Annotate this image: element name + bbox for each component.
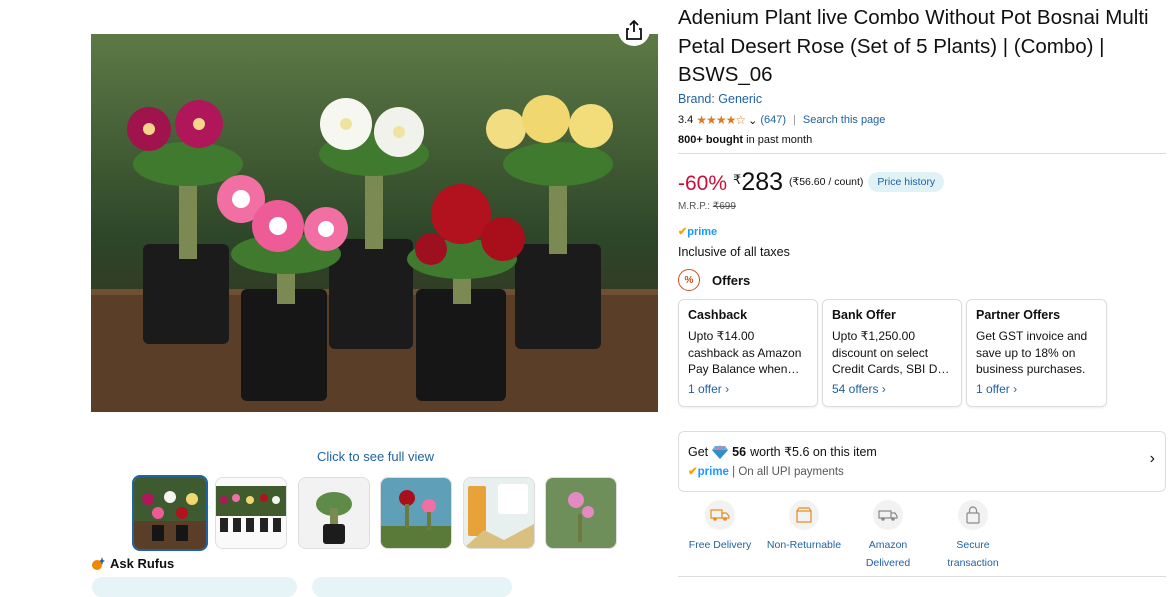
- review-count-link[interactable]: (647): [760, 114, 786, 126]
- box-icon: [789, 500, 819, 530]
- offer-body: Get GST invoice and save up to 18% on bu…: [976, 329, 1088, 376]
- thumbnail-6[interactable]: [545, 477, 617, 549]
- bought-count-rest: in past month: [743, 134, 813, 146]
- rufus-suggestion-1[interactable]: [92, 577, 297, 597]
- thumbnail-image: [299, 478, 369, 548]
- price-history-button[interactable]: Price history: [868, 172, 945, 192]
- discount-percent: -60%: [678, 172, 728, 195]
- ask-rufus[interactable]: Ask Rufus: [91, 556, 174, 571]
- rufus-icon: [92, 556, 105, 570]
- feature-label: Free Delivery: [688, 539, 752, 551]
- offer-card-cashback[interactable]: Cashback Upto ₹14.00 cashback as Amazon …: [678, 299, 818, 407]
- thumbnail-2[interactable]: [215, 477, 287, 549]
- offer-card-bank[interactable]: Bank Offer Upto ₹1,250.00 discount on se…: [822, 299, 962, 407]
- prime-label: prime: [697, 466, 729, 478]
- divider: [678, 153, 1166, 154]
- offer-title: Partner Offers: [976, 308, 1061, 322]
- offer-link[interactable]: 54 offers ›: [832, 382, 952, 396]
- bought-count: 800+ bought in past month: [678, 134, 812, 146]
- product-photo: [91, 34, 658, 412]
- feature-free-delivery[interactable]: Free Delivery: [680, 500, 760, 554]
- brand-link[interactable]: Brand: Generic: [678, 92, 762, 106]
- offer-title: Bank Offer: [832, 308, 896, 322]
- offer-title: Cashback: [688, 308, 748, 322]
- chevron-right-icon[interactable]: ›: [1150, 450, 1155, 468]
- lock-icon: [958, 500, 988, 530]
- price-amount: 283: [741, 168, 784, 196]
- rating-row: 3.4 ★★★★☆ ⌄ (647) | Search this page: [678, 113, 885, 127]
- feature-non-returnable[interactable]: Non-Returnable: [764, 500, 844, 554]
- offer-body: Upto ₹14.00 cashback as Amazon Pay Balan…: [688, 329, 802, 376]
- mrp-value: ₹699: [712, 201, 736, 212]
- upi-line: ✔prime | On all UPI payments: [688, 464, 844, 478]
- chevron-down-icon[interactable]: ⌄: [748, 114, 757, 127]
- price-row: -60% ₹ 283 (₹56.60 / count) Price histor…: [678, 168, 945, 197]
- tax-note: Inclusive of all taxes: [678, 245, 790, 259]
- thumbnail-image: [381, 478, 451, 548]
- product-title: Adenium Plant live Combo Without Pot Bos…: [678, 6, 1149, 86]
- thumbnail-1[interactable]: [132, 475, 208, 551]
- offer-body: Upto ₹1,250.00 discount on select Credit…: [832, 329, 950, 376]
- upi-text: | On all UPI payments: [728, 466, 844, 478]
- supercoin-count: 56: [732, 444, 747, 459]
- offer-link[interactable]: 1 offer ›: [976, 382, 1097, 396]
- thumbnail-5[interactable]: [463, 477, 535, 549]
- divider: [678, 576, 1166, 577]
- prime-check-icon: ✔: [678, 226, 688, 238]
- thumbnail-image: [134, 477, 206, 549]
- full-view-link[interactable]: Click to see full view: [317, 449, 434, 464]
- feature-amazon-delivered[interactable]: Amazon Delivered: [848, 500, 928, 572]
- offers-icon: %: [678, 269, 700, 291]
- unit-price: (₹56.60 / count): [789, 176, 864, 188]
- prime-label: prime: [687, 226, 718, 238]
- search-page-link[interactable]: Search this page: [803, 114, 886, 126]
- rufus-suggestion-2[interactable]: [312, 577, 512, 597]
- feature-label: Secure transaction: [947, 539, 999, 569]
- feature-secure-transaction[interactable]: Secure transaction: [933, 500, 1013, 572]
- offer-card-partner[interactable]: Partner Offers Get GST invoice and save …: [966, 299, 1107, 407]
- supercoin-offer[interactable]: Get 56 worth ₹5.6 on this item ✔prime | …: [678, 431, 1166, 492]
- share-icon: [626, 20, 642, 40]
- star-rating-icon[interactable]: ★★★★☆: [696, 113, 746, 127]
- prime-badge: ✔prime: [678, 225, 717, 238]
- feature-label: Amazon Delivered: [865, 539, 911, 569]
- bought-count-bold: 800+ bought: [678, 134, 744, 146]
- prime-check-icon: ✔: [688, 466, 698, 478]
- share-button[interactable]: [618, 14, 650, 46]
- mrp: M.R.P.: ₹699: [678, 201, 736, 212]
- feature-label: Non-Returnable: [766, 539, 842, 551]
- truck-icon: [705, 500, 735, 530]
- supercoin-worth: worth ₹5.6 on this item: [750, 445, 877, 459]
- ask-rufus-label: Ask Rufus: [110, 556, 175, 571]
- thumbnail-image: [216, 478, 286, 548]
- offers-header: % Offers: [678, 269, 750, 291]
- van-icon: [873, 500, 903, 530]
- thumbnail-4[interactable]: [380, 477, 452, 549]
- main-product-image[interactable]: [91, 34, 658, 412]
- offer-link[interactable]: 1 offer ›: [688, 382, 808, 396]
- thumbnail-3[interactable]: [298, 477, 370, 549]
- rating-value: 3.4: [678, 114, 694, 126]
- thumbnail-image: [546, 478, 616, 548]
- divider: |: [793, 114, 796, 126]
- supercoin-get: Get: [688, 444, 709, 459]
- thumbnail-image: [464, 478, 534, 548]
- diamond-icon: [712, 444, 729, 459]
- supercoin-line: Get 56 worth ₹5.6 on this item: [688, 444, 877, 459]
- mrp-label: M.R.P.:: [678, 201, 713, 212]
- currency-symbol: ₹: [733, 172, 742, 187]
- offers-heading: Offers: [712, 272, 751, 288]
